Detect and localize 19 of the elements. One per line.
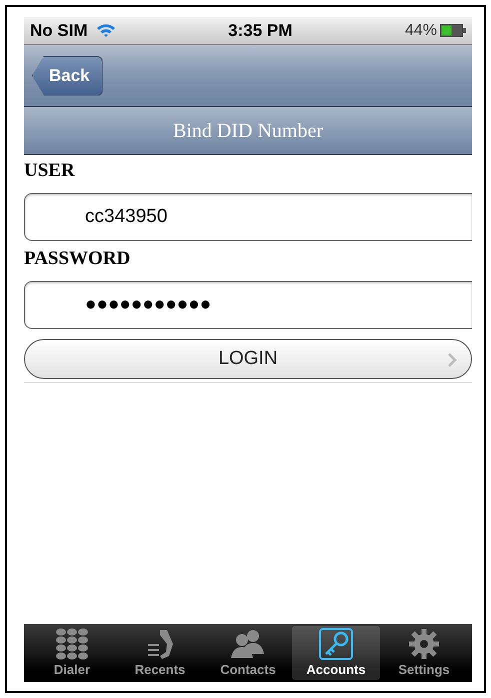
field-label: PASSWORD	[24, 247, 132, 271]
tab-bar-item[interactable]: Contacts	[204, 626, 292, 680]
chevron-icon	[448, 353, 457, 367]
carrier: No SIM	[30, 20, 88, 42]
tab-bar-item[interactable]: Dialer	[28, 626, 116, 680]
tab-bar-item[interactable]: Recents	[116, 626, 204, 680]
login-button[interactable]: LOGIN	[24, 339, 472, 379]
wifi-icon	[96, 23, 116, 38]
battery-percent: 44%	[404, 20, 437, 40]
input-field[interactable]: ●●●●●●●●●●●	[24, 281, 472, 329]
tab-bar-item[interactable]: Accounts	[292, 626, 380, 680]
field-label: USER	[24, 159, 76, 183]
clock: 3:35 PM	[228, 20, 292, 42]
screen-title: Bind DID Number	[173, 118, 323, 144]
back-button[interactable]: Back	[32, 56, 103, 96]
battery-icon	[440, 24, 466, 37]
key-icon	[316, 628, 356, 660]
tab-bar-item[interactable]: Settings	[380, 626, 468, 680]
input-field[interactable]: cc343950	[24, 193, 472, 241]
